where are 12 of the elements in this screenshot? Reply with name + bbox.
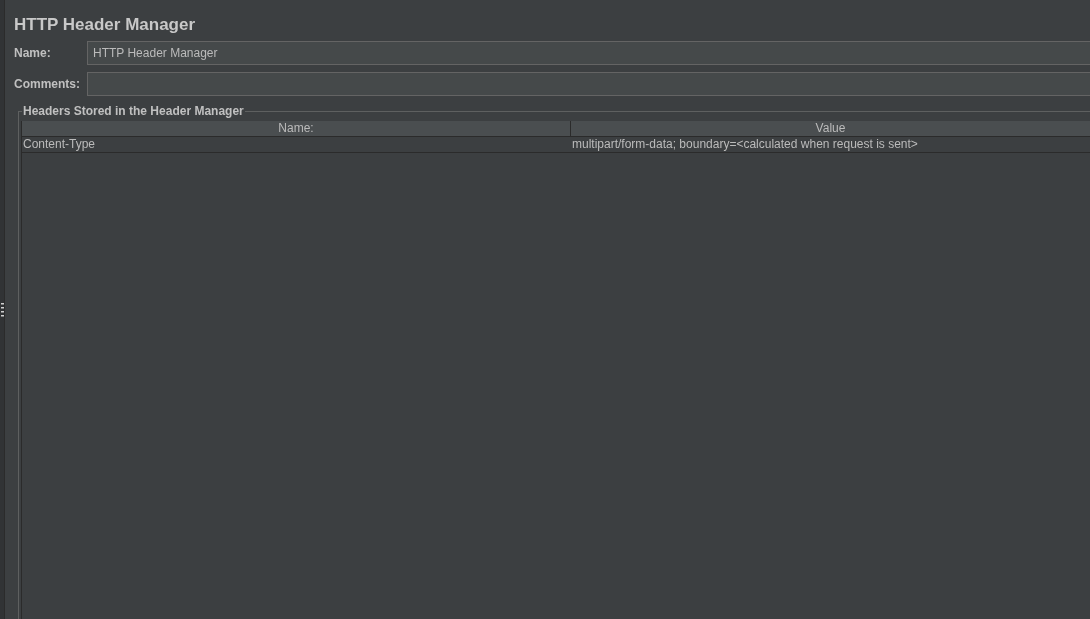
text-field[interactable] — [87, 72, 1090, 96]
table-cell-text: Content-Type — [22, 137, 97, 152]
table-cell-text: multipart/form-data; boundary=<calculated when request is sent> — [571, 137, 919, 152]
column-header[interactable]: Value — [571, 121, 1090, 136]
group-title: Headers Stored in the Header Manager — [22, 104, 245, 118]
panel-title: HTTP Header Manager — [14, 14, 197, 36]
grip-icon — [0, 302, 4, 317]
text-field[interactable]: HTTP Header Manager — [87, 41, 1090, 65]
splitter-bar[interactable] — [0, 0, 5, 619]
column-header[interactable]: Name: — [22, 121, 571, 136]
field-label: Name: — [14, 45, 52, 62]
field-label: Comments: — [14, 76, 81, 93]
